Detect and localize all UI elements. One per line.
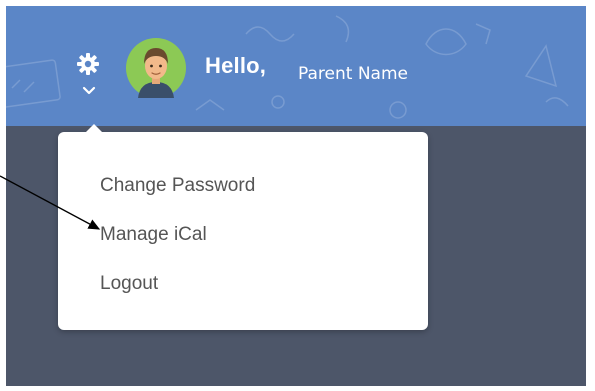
user-name: Parent Name (298, 64, 408, 84)
menu-item-logout[interactable]: Logout (100, 273, 158, 295)
gear-icon[interactable] (76, 52, 100, 76)
menu-item-manage-ical[interactable]: Manage iCal (100, 224, 207, 246)
top-header-bar: Hello, Parent Name (6, 6, 586, 126)
app-screen: Hello, Parent Name Change Password Manag… (6, 6, 586, 386)
dropdown-caret (85, 124, 103, 133)
menu-item-change-password[interactable]: Change Password (100, 175, 255, 197)
account-dropdown-menu: Change Password Manage iCal Logout (58, 124, 428, 330)
greeting-text: Hello, (205, 53, 267, 78)
avatar[interactable] (126, 38, 186, 98)
chevron-down-icon[interactable] (82, 86, 96, 96)
